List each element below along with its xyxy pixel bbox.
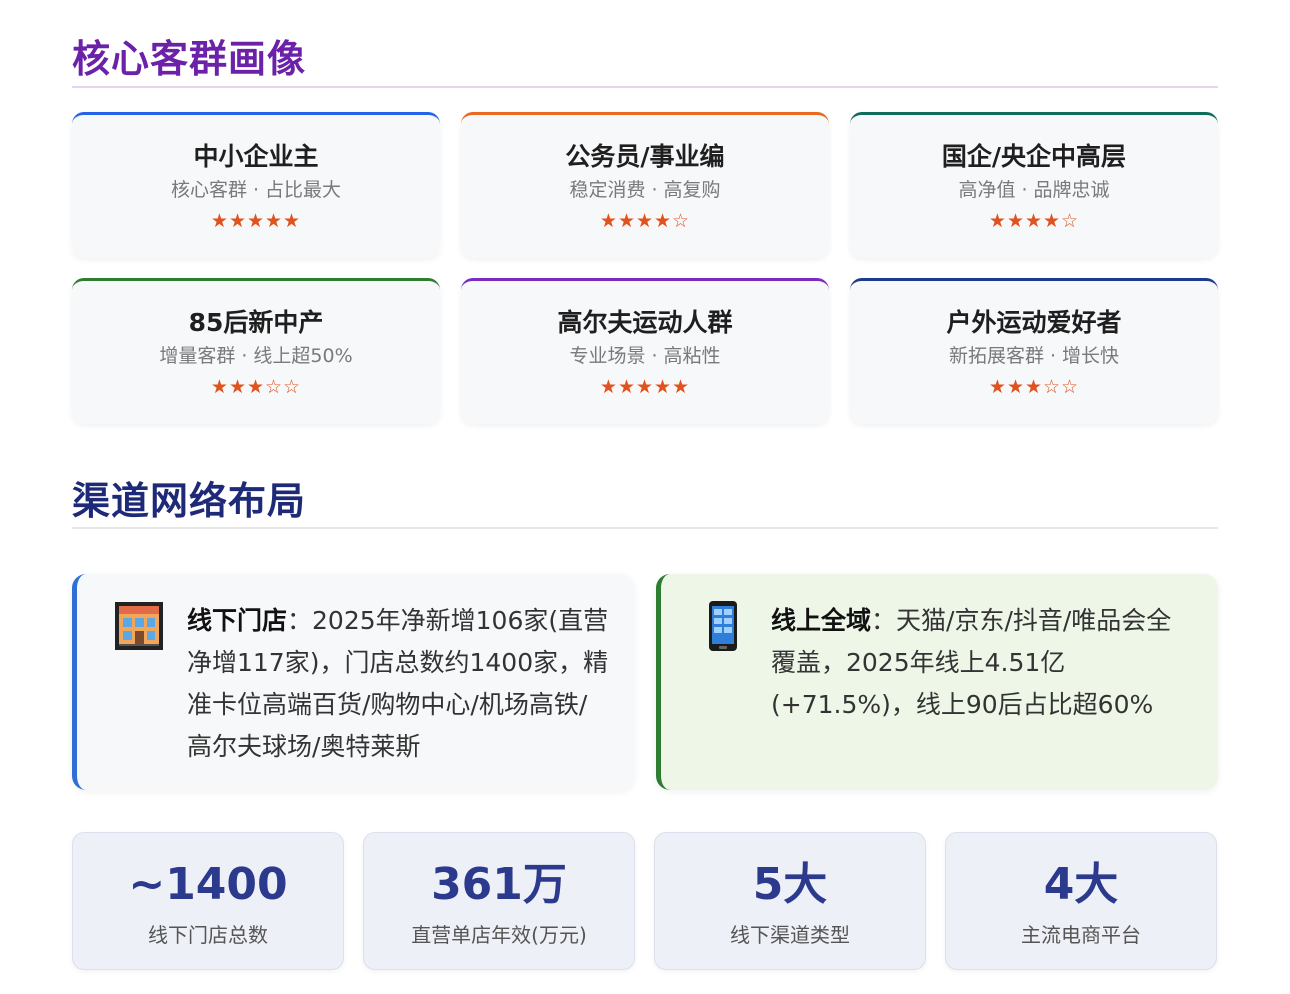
persona-card: 中小企业主 核心客群 · 占比最大 ★★★★★ [72,112,440,258]
channel-description: 线下门店：2025年净新增106家(直营净增117家)，门店总数约1400家，精… [187,600,610,790]
persona-card: 公务员/事业编 稳定消费 · 高复购 ★★★★☆ [461,112,829,258]
section-divider [72,527,1218,529]
mobile-phone-icon [697,600,749,652]
stat-value: 361万 [431,859,567,910]
persona-card: 户外运动爱好者 新拓展客群 · 增长快 ★★★☆☆ [850,278,1218,424]
channel-label: 线上全域 [771,606,872,635]
star-rating: ★★★★☆ [599,210,691,232]
persona-name: 高尔夫运动人群 [557,308,733,337]
section-divider [72,86,1218,88]
channel-description: 线上全域：天猫/京东/抖音/唯品会全覆盖，2025年线上4.51亿(+71.5%… [771,600,1194,790]
star-rating: ★★★☆☆ [210,376,302,398]
stat-value: 5大 [752,859,828,910]
stat-card: 361万 直营单店年效(万元) [363,832,635,970]
stat-label: 线下渠道类型 [730,923,850,947]
star-rating: ★★★★★ [599,376,691,398]
persona-name: 中小企业主 [193,142,319,171]
persona-tags: 稳定消费 · 高复购 [569,179,721,201]
stat-label: 主流电商平台 [1021,923,1141,947]
stat-value: 4大 [1043,859,1119,910]
persona-name: 85后新中产 [188,308,324,337]
persona-grid: 中小企业主 核心客群 · 占比最大 ★★★★★ 公务员/事业编 稳定消费 · 高… [72,112,1218,424]
star-rating: ★★★★★ [210,210,302,232]
channel-card-offline: 线下门店：2025年净新增106家(直营净增117家)，门店总数约1400家，精… [72,574,634,790]
star-rating: ★★★☆☆ [988,376,1080,398]
persona-card: 85后新中产 增量客群 · 线上超50% ★★★☆☆ [72,278,440,424]
persona-tags: 核心客群 · 占比最大 [170,179,342,201]
persona-tags: 专业场景 · 高粘性 [569,345,721,367]
persona-tags: 增量客群 · 线上超50% [159,345,353,367]
persona-card: 国企/央企中高层 高净值 · 品牌忠诚 ★★★★☆ [850,112,1218,258]
stat-card: 4大 主流电商平台 [945,832,1217,970]
persona-name: 国企/央企中高层 [941,142,1127,171]
channel-card-online: 线上全域：天猫/京东/抖音/唯品会全覆盖，2025年线上4.51亿(+71.5%… [656,574,1218,790]
section-title-personas: 核心客群画像 [72,37,307,81]
persona-tags: 高净值 · 品牌忠诚 [958,179,1110,201]
channel-label: 线下门店 [187,606,288,635]
persona-name: 公务员/事业编 [565,142,725,171]
stat-card: ~1400 线下门店总数 [72,832,344,970]
persona-tags: 新拓展客群 · 增长快 [948,345,1120,367]
stat-label: 线下门店总数 [148,923,268,947]
store-building-icon [113,600,165,652]
stat-value: ~1400 [128,859,288,910]
stats-row: ~1400 线下门店总数 361万 直营单店年效(万元) 5大 线下渠道类型 4… [72,832,1218,970]
stat-card: 5大 线下渠道类型 [654,832,926,970]
persona-card: 高尔夫运动人群 专业场景 · 高粘性 ★★★★★ [461,278,829,424]
stat-label: 直营单店年效(万元) [411,923,587,947]
persona-name: 户外运动爱好者 [946,308,1122,337]
section-title-channels: 渠道网络布局 [72,479,307,523]
star-rating: ★★★★☆ [988,210,1080,232]
